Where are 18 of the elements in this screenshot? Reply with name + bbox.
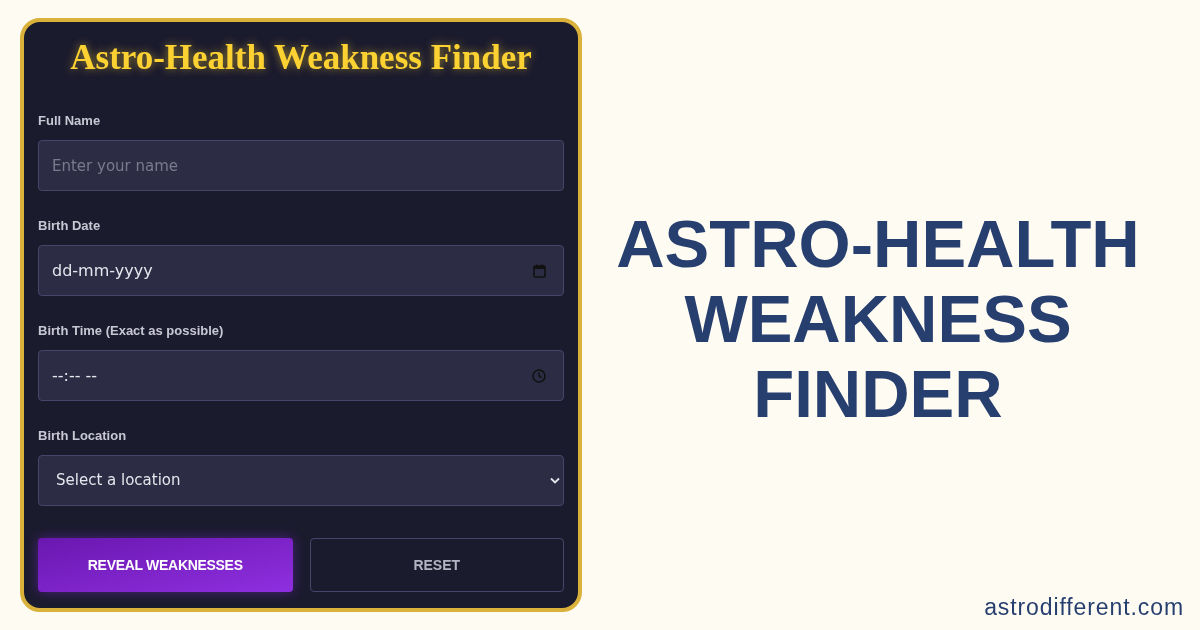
calendar-icon[interactable] — [533, 263, 546, 278]
field-label: Birth Location — [38, 428, 128, 444]
field-label: Full Name — [38, 113, 102, 129]
banner-heading: ASTRO-HEALTH — [616, 206, 1140, 281]
chevron-down-icon — [550, 477, 560, 484]
date-input[interactable]: dd-mm-yyyy — [38, 245, 564, 296]
form-title: Astro-Health Weakness Finder — [69, 37, 533, 78]
field-label: Birth Date — [38, 218, 102, 234]
clock-icon[interactable] — [532, 368, 546, 383]
reveal-button[interactable]: REVEAL WEAKNESSES — [38, 538, 293, 592]
site-url: astrodifferent.com — [984, 593, 1184, 621]
field-label: Birth Time (Exact as possible) — [38, 323, 225, 339]
reset-button[interactable]: RESET — [309, 538, 564, 592]
banner-heading: WEAKNESS — [684, 281, 1072, 356]
banner-heading: FINDER — [753, 356, 1003, 431]
name-input[interactable]: Enter your name — [38, 140, 564, 191]
time-input[interactable]: --:-- -- — [38, 350, 564, 401]
location-select[interactable]: Select a location — [38, 455, 564, 506]
